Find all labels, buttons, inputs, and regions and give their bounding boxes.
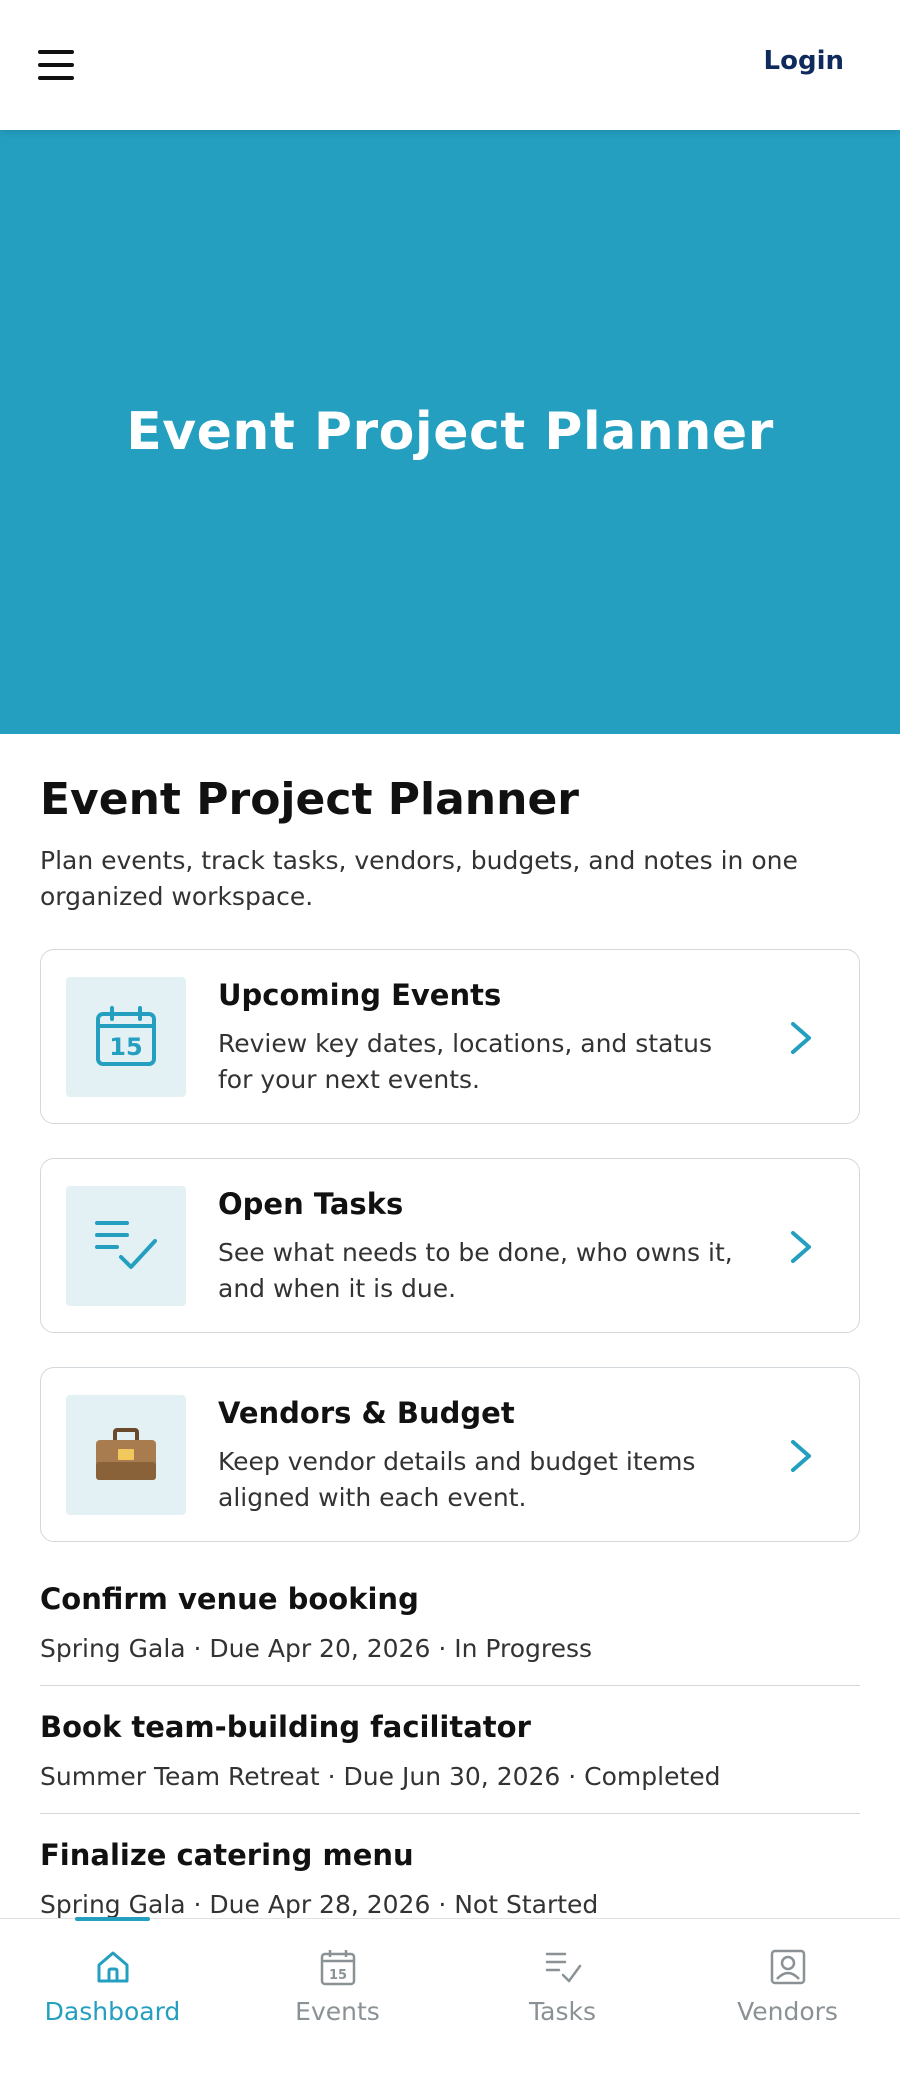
card-open-tasks[interactable]: Open Tasks See what needs to be done, wh… xyxy=(40,1158,860,1333)
nav-tasks[interactable]: Tasks xyxy=(450,1919,675,2039)
briefcase-icon xyxy=(66,1395,186,1515)
task-meta: Summer Team Retreat · Due Jun 30, 2026 ·… xyxy=(40,1762,721,1791)
calendar-icon: 15 xyxy=(320,1950,355,1986)
task-meta: Spring Gala · Due Apr 28, 2026 · Not Sta… xyxy=(40,1890,599,1919)
nav-label: Events xyxy=(295,1997,380,2026)
nav-events[interactable]: 15 Events xyxy=(225,1919,450,2039)
hamburger-menu-icon[interactable] xyxy=(38,50,74,80)
card-title: Open Tasks xyxy=(218,1187,404,1221)
chevron-right-icon xyxy=(791,1231,811,1263)
card-vendors-budget[interactable]: Vendors & Budget Keep vendor details and… xyxy=(40,1367,860,1542)
nav-vendors[interactable]: Vendors xyxy=(675,1919,900,2039)
home-icon xyxy=(97,1951,128,1983)
checklist-icon xyxy=(66,1186,186,1306)
task-title: Book team-building facilitator xyxy=(40,1710,531,1744)
task-list: Confirm venue booking Spring Gala · Due … xyxy=(40,1576,860,1942)
card-description: Keep vendor details and budget items ali… xyxy=(218,1447,696,1512)
chevron-right-icon xyxy=(791,1022,811,1054)
nav-label: Tasks xyxy=(529,1997,596,2026)
task-title: Confirm venue booking xyxy=(40,1582,419,1616)
svg-text:15: 15 xyxy=(328,1968,346,1983)
top-app-bar: Login xyxy=(0,0,900,130)
bottom-navigation: Dashboard 15 Events Tasks Vendors xyxy=(0,1917,900,2096)
nav-label: Dashboard xyxy=(44,1997,181,2026)
nav-label: Vendors xyxy=(737,1997,838,2026)
task-item[interactable]: Book team-building facilitator Summer Te… xyxy=(40,1686,860,1814)
task-item[interactable]: Confirm venue booking Spring Gala · Due … xyxy=(40,1576,860,1686)
task-meta: Spring Gala · Due Apr 20, 2026 · In Prog… xyxy=(40,1634,593,1663)
hero-banner: Event Project Planner xyxy=(0,130,900,734)
card-title: Vendors & Budget xyxy=(218,1396,515,1430)
hero-title: Event Project Planner xyxy=(126,402,774,462)
login-button[interactable]: Login xyxy=(764,46,844,76)
card-upcoming-events[interactable]: 15 Upcoming Events Review key dates, loc… xyxy=(40,949,860,1124)
nav-dashboard[interactable]: Dashboard xyxy=(0,1919,225,2039)
page-subtitle: Plan events, track tasks, vendors, budge… xyxy=(40,846,798,911)
card-description: See what needs to be done, who owns it, … xyxy=(218,1238,733,1303)
task-title: Finalize catering menu xyxy=(40,1838,414,1872)
calendar-icon: 15 xyxy=(66,977,186,1097)
page-title: Event Project Planner xyxy=(40,774,579,825)
feature-cards: 15 Upcoming Events Review key dates, loc… xyxy=(40,949,860,1542)
card-description: Review key dates, locations, and status … xyxy=(218,1029,713,1094)
chevron-right-icon xyxy=(791,1440,811,1472)
vendor-profile-icon xyxy=(770,1949,805,1985)
main-content: Event Project Planner Plan events, track… xyxy=(40,774,860,1942)
card-title: Upcoming Events xyxy=(218,978,502,1012)
checklist-icon xyxy=(545,1952,581,1983)
svg-text:15: 15 xyxy=(109,1033,142,1061)
